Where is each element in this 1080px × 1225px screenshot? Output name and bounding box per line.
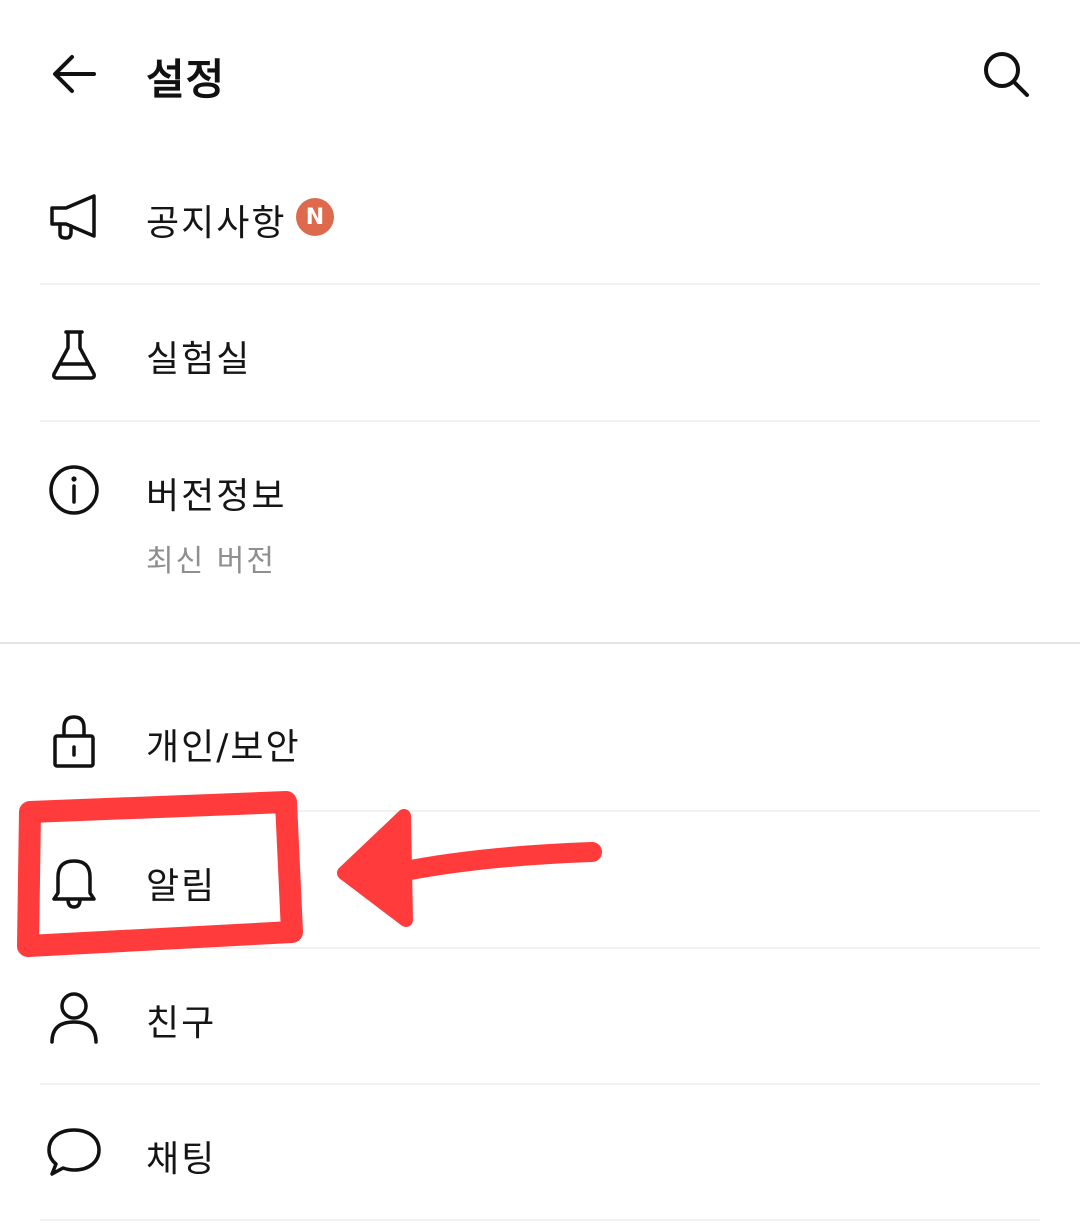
menu-label-chat: 채팅 [146, 1139, 217, 1180]
new-badge: N [296, 198, 334, 236]
page-title: 설정 [146, 55, 226, 104]
person-icon [44, 988, 104, 1048]
menu-label-lab: 실험실 [146, 339, 252, 380]
megaphone-icon [44, 186, 104, 246]
divider [40, 1219, 1040, 1221]
flask-icon [44, 324, 104, 384]
menu-label-version: 버전정보 [146, 476, 287, 517]
menu-label-notice: 공지사항 [146, 203, 287, 244]
menu-item-notice[interactable]: 공지사항 [0, 150, 1080, 284]
lock-icon [44, 712, 104, 772]
menu-label-friends: 친구 [146, 1003, 217, 1044]
menu-label-notifications: 알림 [146, 866, 217, 907]
back-button[interactable] [44, 44, 104, 104]
menu-label-privacy: 개인/보안 [146, 727, 301, 768]
section-divider [0, 642, 1080, 644]
menu-item-chat[interactable]: 채팅 [0, 1084, 1080, 1220]
bell-icon [44, 851, 104, 911]
app-header: 설정 [0, 0, 1080, 150]
info-icon [44, 460, 104, 520]
arrow-left-icon [53, 55, 96, 93]
chat-bubble-icon [44, 1122, 104, 1182]
version-status: 최신 버전 [146, 544, 276, 579]
menu-item-friends[interactable]: 친구 [0, 948, 1080, 1084]
menu-item-version[interactable]: 버전정보 [0, 421, 1080, 641]
menu-item-privacy[interactable]: 개인/보안 [0, 672, 1080, 810]
menu-item-notifications[interactable]: 알림 [0, 811, 1080, 947]
menu-item-lab[interactable]: 실험실 [0, 284, 1080, 420]
search-icon [984, 52, 1029, 97]
search-button[interactable] [976, 44, 1036, 104]
